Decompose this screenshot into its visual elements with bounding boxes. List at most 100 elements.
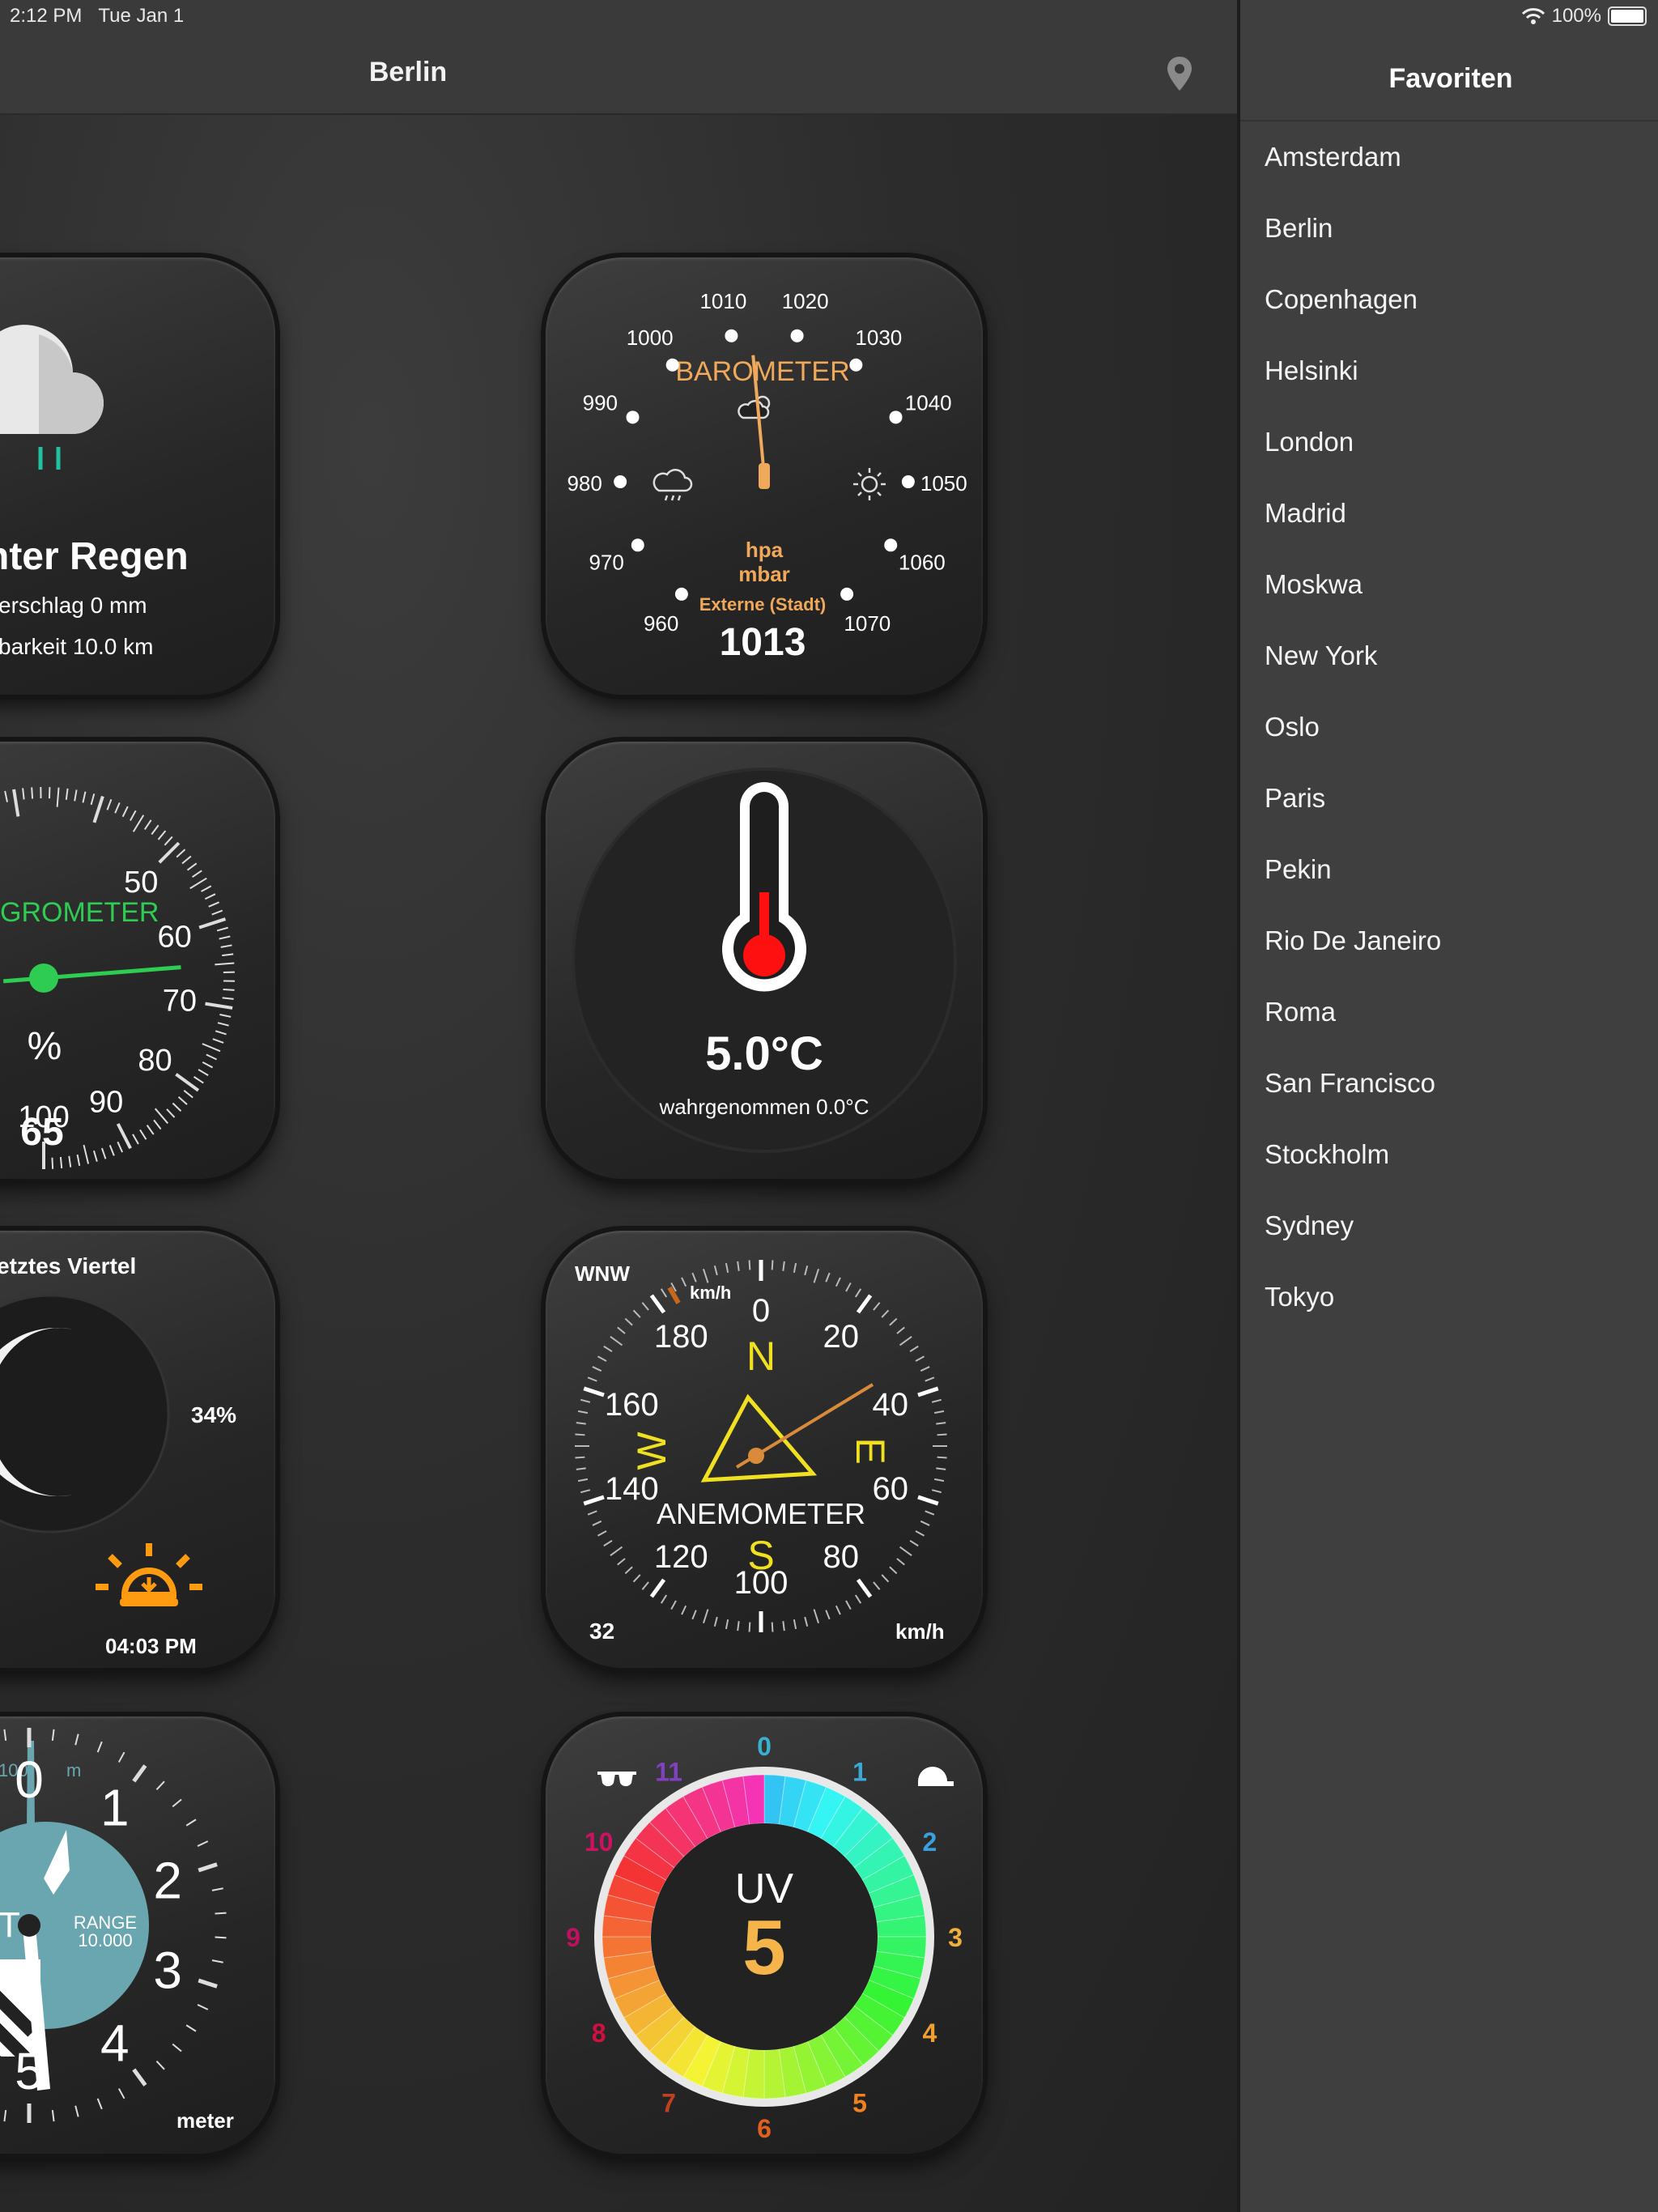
- main-panel: Berlin nter Regen erschlag 0 mm barkeit …: [0, 0, 1237, 2212]
- hygrometer-tick: [219, 1014, 232, 1018]
- favorite-city-san-francisco[interactable]: San Francisco: [1265, 1064, 1441, 1135]
- anemometer-card[interactable]: WNW km/h N E W S ANEMOMETER 32 km/h 0 20 4…: [546, 1231, 983, 1668]
- status-bar: 2:12 PM Tue Jan 1 100%: [0, 0, 1658, 32]
- altimeter-tick: [172, 1798, 182, 1808]
- moonrise-icon: [96, 1543, 202, 1606]
- anemometer-tick: [909, 1539, 919, 1547]
- favorite-city-paris[interactable]: Paris: [1265, 779, 1441, 850]
- hygrometer-tick: [22, 788, 25, 800]
- sunglasses-icon: [597, 1772, 636, 1787]
- thermometer-card[interactable]: 5.0°C wahrgenommen 0.0°C: [546, 742, 983, 1179]
- anemometer-tick: [937, 1456, 947, 1459]
- anemometer-tick: [597, 1355, 607, 1362]
- anemometer-tick: [881, 1309, 890, 1318]
- wind-unit-top: km/h: [690, 1283, 731, 1303]
- anemometer-tick: [896, 1326, 905, 1334]
- hygrometer-tick: [51, 1157, 54, 1169]
- hygrometer-tick: [83, 1144, 90, 1164]
- altimeter-tick: [96, 1741, 103, 1753]
- anemometer-tick: [713, 1616, 718, 1627]
- anemometer-tick: [920, 1366, 930, 1372]
- anemometer-tick: [632, 1574, 641, 1583]
- favorites-title: Favoriten: [1388, 63, 1513, 94]
- anemometer-tick: [592, 1520, 602, 1526]
- anemometer-tick: [856, 1578, 873, 1598]
- anemometer-tick: [610, 1336, 623, 1346]
- wind-needle-hub: [748, 1448, 764, 1464]
- anemometer-tick: [813, 1609, 820, 1624]
- barometer-tick-label: 1070: [844, 611, 891, 636]
- altimeter-tick: [132, 2068, 147, 2087]
- favorite-city-copenhagen[interactable]: Copenhagen: [1265, 280, 1441, 351]
- favorite-city-london[interactable]: London: [1265, 423, 1441, 494]
- hygrometer-tick: [68, 1155, 72, 1168]
- anemometer-tick: [632, 1309, 641, 1318]
- altimeter-tick: [117, 1751, 125, 1763]
- moonrise-time: 04:03 PM: [105, 1634, 197, 1658]
- anemometer-tick-label: 160: [605, 1387, 659, 1423]
- anemometer-tick: [925, 1376, 935, 1382]
- altimeter-tick: [74, 2105, 79, 2117]
- favorite-city-berlin[interactable]: Berlin: [1265, 209, 1441, 280]
- altimeter-card[interactable]: 100 m T RANGE 10.000 meter 012345: [0, 1716, 275, 2154]
- altimeter-tick-label: 1: [100, 1778, 130, 1836]
- anemometer-tick: [737, 1261, 740, 1271]
- favorite-city-madrid[interactable]: Madrid: [1265, 494, 1441, 565]
- barometer-card[interactable]: BAROMETER hpa mbar Externe (Stadt) 1013 …: [546, 257, 983, 695]
- barometer-dot: [665, 358, 679, 372]
- favorite-city-roma[interactable]: Roma: [1265, 993, 1441, 1064]
- favorite-city-oslo[interactable]: Oslo: [1265, 708, 1441, 779]
- altimeter-top-unit: m: [66, 1760, 81, 1780]
- altimeter-tick: [198, 1978, 218, 1989]
- altimeter-tick: [197, 1840, 209, 1847]
- favorite-city-moskwa[interactable]: Moskwa: [1265, 565, 1441, 636]
- favorite-city-amsterdam[interactable]: Amsterdam: [1265, 138, 1441, 209]
- anemometer-tick: [909, 1345, 919, 1353]
- anemometer-tick: [896, 1558, 905, 1566]
- hygrometer-tick-label: 50: [124, 866, 158, 900]
- altimeter-range-value: 10.000: [78, 1930, 132, 1950]
- anemometer-title: ANEMOMETER: [657, 1497, 865, 1530]
- hygrometer-tick: [206, 1053, 217, 1061]
- uv-index-card[interactable]: UV 5 0 1 2 3 4 5 6 7 8 9 10 11: [546, 1716, 983, 2154]
- anemometer-tick: [854, 1594, 862, 1604]
- hygrometer-tick: [166, 1108, 176, 1118]
- hygrometer-tick-label: 60: [158, 920, 192, 954]
- barometer-dot: [889, 410, 903, 424]
- wind-gust-marker: [667, 1286, 681, 1304]
- hygrometer-tick: [76, 1154, 81, 1167]
- barometer-dot: [790, 329, 804, 342]
- anemometer-tick: [681, 1277, 687, 1287]
- favorite-city-new-york[interactable]: New York: [1265, 636, 1441, 708]
- wifi-icon: [1521, 8, 1545, 24]
- anemometer-tick: [649, 1578, 666, 1598]
- favorite-city-pekin[interactable]: Pekin: [1265, 850, 1441, 921]
- favorite-city-tokyo[interactable]: Tokyo: [1265, 1278, 1441, 1349]
- anemometer-tick: [782, 1261, 785, 1271]
- anemometer-tick: [931, 1398, 942, 1403]
- anemometer-tick: [624, 1317, 633, 1326]
- hygrometer-tick-label: 70: [163, 985, 197, 1019]
- anemometer-tick: [931, 1489, 942, 1494]
- cap-icon: [918, 1767, 954, 1786]
- rain-cloud-icon: [0, 325, 104, 470]
- moon-dial: [0, 1294, 202, 1606]
- altimeter-tick: [185, 1819, 197, 1827]
- favorite-city-rio-de-janeiro[interactable]: Rio De Janeiro: [1265, 921, 1441, 993]
- anemometer-tick: [782, 1621, 785, 1631]
- barometer-tick-label: 1060: [899, 550, 946, 574]
- anemometer-tick: [889, 1317, 898, 1326]
- hygrometer-card[interactable]: GROMETER % 65 50 60 70 80 90 100: [0, 742, 275, 1179]
- favorite-city-sydney[interactable]: Sydney: [1265, 1206, 1441, 1278]
- wind-unit-bottom: km/h: [895, 1619, 945, 1644]
- weather-condition-card[interactable]: nter Regen erschlag 0 mm barkeit 10.0 km: [0, 257, 275, 695]
- anemometer-tick-label: 0: [752, 1293, 770, 1329]
- anemometer-tick: [737, 1621, 740, 1631]
- favorite-city-stockholm[interactable]: Stockholm: [1265, 1135, 1441, 1206]
- battery-icon: [1608, 6, 1647, 26]
- favorite-city-helsinki[interactable]: Helsinki: [1265, 351, 1441, 423]
- moon-phase-card[interactable]: etztes Viertel 34% 04:03 PM: [0, 1231, 275, 1668]
- anemometer-tick: [933, 1478, 945, 1482]
- barometer-tick-label: 1020: [782, 289, 829, 313]
- location-pin-icon[interactable]: [1166, 55, 1193, 92]
